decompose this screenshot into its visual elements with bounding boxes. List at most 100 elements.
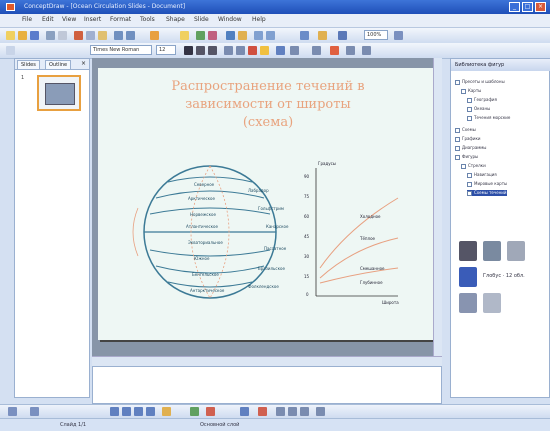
line-style-icon[interactable]	[290, 46, 299, 55]
slide-thumbnail[interactable]	[37, 75, 81, 111]
font-color-icon[interactable]	[248, 46, 257, 55]
insert-shape-icon[interactable]	[150, 31, 159, 40]
latitude-chart[interactable]: Градусы 90 75 60 45 30 15 0 Холодное Тёп…	[304, 161, 399, 305]
font-size-combo[interactable]: 12	[156, 45, 176, 55]
arrow-icon[interactable]	[122, 407, 131, 416]
close-button[interactable]: ×	[535, 2, 546, 12]
gallery-item[interactable]	[459, 267, 477, 287]
tree-node-selected[interactable]: Схемы течений	[467, 190, 507, 196]
menu-tools[interactable]: Tools	[140, 16, 155, 23]
zoom-combo[interactable]: 100%	[364, 30, 388, 40]
new-icon[interactable]	[6, 31, 15, 40]
gallery-item[interactable]	[459, 293, 477, 313]
cut-icon[interactable]	[74, 31, 83, 40]
menu-format[interactable]: Format	[110, 16, 131, 23]
menu-edit[interactable]: Edit	[42, 16, 54, 23]
clipart-icon[interactable]	[190, 407, 199, 416]
open-icon[interactable]	[18, 31, 27, 40]
menu-file[interactable]: File	[22, 16, 32, 23]
underline-icon[interactable]	[208, 46, 217, 55]
tree-node[interactable]: Диаграммы	[455, 145, 486, 151]
globe-label-4: Атлантическое	[186, 224, 219, 229]
gallery-item[interactable]	[507, 241, 525, 261]
rectangle-icon[interactable]	[134, 407, 143, 416]
table-icon[interactable]	[226, 31, 235, 40]
dash-style-icon[interactable]	[288, 407, 297, 416]
tree-node[interactable]: Фигуры	[455, 154, 478, 160]
draw-select-icon[interactable]	[8, 407, 17, 416]
tree-node[interactable]: Океаны	[467, 106, 490, 112]
layers-icon[interactable]	[318, 31, 327, 40]
bold-icon[interactable]	[184, 46, 193, 55]
arrow-style-icon[interactable]	[300, 407, 309, 416]
redo-icon[interactable]	[126, 31, 135, 40]
chart-icon[interactable]	[238, 31, 247, 40]
tree-node[interactable]: Навигация	[467, 172, 497, 178]
font-combo[interactable]: Times New Roman	[90, 45, 152, 55]
style-icon[interactable]	[6, 46, 15, 55]
notes-pane[interactable]	[92, 366, 442, 404]
fill-icon[interactable]	[206, 407, 215, 416]
minimize-button[interactable]: _	[509, 2, 520, 12]
tab-slides[interactable]: Slides	[17, 60, 40, 70]
globe-label-6: Южное	[194, 256, 210, 261]
line-icon[interactable]	[110, 407, 119, 416]
fill-color-icon[interactable]	[260, 46, 269, 55]
tree-node[interactable]: География	[467, 97, 497, 103]
tree-node[interactable]: Стрелки	[461, 163, 486, 169]
gallery-item[interactable]	[459, 241, 477, 261]
save-icon[interactable]	[30, 31, 39, 40]
rotate-icon[interactable]	[362, 46, 371, 55]
close-panel-icon[interactable]: ×	[81, 60, 86, 67]
menu-shape[interactable]: Shape	[166, 16, 185, 23]
connector-icon[interactable]	[196, 31, 205, 40]
tree-node[interactable]: Мировые карты	[467, 181, 507, 187]
shadow-draw-icon[interactable]	[316, 407, 325, 416]
line-color-icon[interactable]	[276, 46, 285, 55]
menu-insert[interactable]: Insert	[84, 16, 101, 23]
canvas-vertical-scrollbar[interactable]	[433, 58, 442, 356]
line-color-draw-icon[interactable]	[240, 407, 249, 416]
canvas-horizontal-scrollbar[interactable]	[92, 356, 442, 366]
font-color-draw-icon[interactable]	[258, 407, 267, 416]
gallery-item[interactable]	[483, 241, 501, 261]
tree-node[interactable]: Карты	[461, 88, 481, 94]
text-icon[interactable]	[208, 31, 217, 40]
highlight-icon[interactable]	[180, 31, 189, 40]
draw-autoshape-icon[interactable]	[30, 407, 39, 416]
group-icon[interactable]	[346, 46, 355, 55]
tree-node[interactable]: Пресеты и шаблоны	[455, 79, 505, 85]
italic-icon[interactable]	[196, 46, 205, 55]
menu-view[interactable]: View	[62, 16, 76, 23]
copy-icon[interactable]	[86, 31, 95, 40]
align-left-icon[interactable]	[224, 46, 233, 55]
menu-help[interactable]: Help	[252, 16, 266, 23]
chart-tick-7: 0	[306, 292, 309, 297]
tab-outline[interactable]: Outline	[45, 60, 72, 70]
menu-window[interactable]: Window	[218, 16, 242, 23]
menu-slide[interactable]: Slide	[194, 16, 209, 23]
tree-node[interactable]: Графики	[455, 136, 480, 142]
zoom-in-icon[interactable]	[254, 31, 263, 40]
tree-node[interactable]: Течения морские	[467, 115, 510, 121]
ellipse-icon[interactable]	[146, 407, 155, 416]
grid-icon[interactable]	[300, 31, 309, 40]
tree-node[interactable]: Схемы	[455, 127, 476, 133]
help-icon[interactable]	[338, 31, 347, 40]
shadow-icon[interactable]	[312, 46, 321, 55]
line-weight-icon[interactable]	[276, 407, 285, 416]
print-icon[interactable]	[46, 31, 55, 40]
undo-icon[interactable]	[114, 31, 123, 40]
globe-label-5: Экваториальное	[188, 240, 223, 245]
gallery-item[interactable]	[483, 293, 501, 313]
textbox-icon[interactable]	[162, 407, 171, 416]
fit-page-icon[interactable]	[394, 31, 403, 40]
maximize-button[interactable]: □	[522, 2, 533, 12]
preview-icon[interactable]	[58, 31, 67, 40]
slide[interactable]: Распространение течений в зависимости от…	[98, 68, 435, 340]
zoom-out-icon[interactable]	[266, 31, 275, 40]
align-center-icon[interactable]	[236, 46, 245, 55]
arrange-icon[interactable]	[330, 46, 339, 55]
paste-icon[interactable]	[98, 31, 107, 40]
chart-series-1: Холодное	[360, 214, 381, 219]
